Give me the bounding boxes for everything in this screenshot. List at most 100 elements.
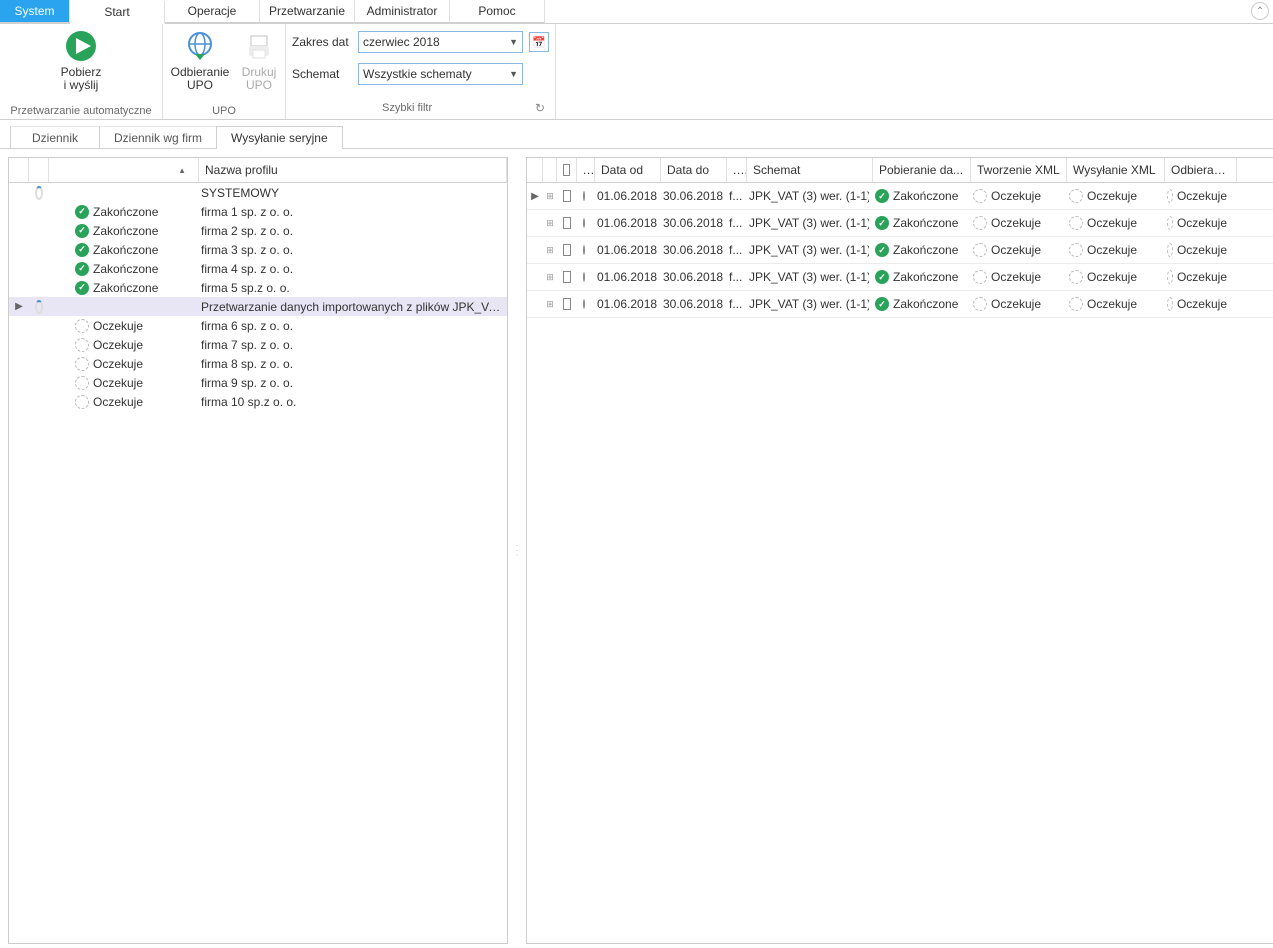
- row-wysylanie: Oczekuje: [1087, 243, 1137, 257]
- left-grid-body[interactable]: SYSTEMOWYZakończonefirma 1 sp. z o. o.Za…: [9, 183, 507, 943]
- done-icon: [75, 205, 89, 219]
- left-row-status: Oczekuje: [93, 319, 143, 333]
- row-schemat: JPK_VAT (3) wer. (1-1): [749, 243, 869, 257]
- row-radio[interactable]: [583, 272, 585, 282]
- right-header-expand: [543, 158, 557, 182]
- done-icon: [75, 224, 89, 238]
- left-row-name: firma 2 sp. z o. o.: [195, 224, 507, 238]
- left-row-status: Zakończone: [93, 243, 158, 257]
- left-group-row[interactable]: SYSTEMOWY: [9, 183, 507, 202]
- main-tab-przetwarzanie[interactable]: Przetwarzanie: [260, 0, 355, 23]
- wait-icon: [1069, 216, 1083, 230]
- pobierz-wyslij-button[interactable]: Pobierz i wyślij: [6, 28, 156, 92]
- horizontal-scrollbar[interactable]: [527, 927, 1273, 943]
- right-header-pobieranie[interactable]: Pobieranie da...: [873, 158, 971, 182]
- row-expand-icon[interactable]: ⊞: [543, 245, 557, 256]
- right-header-data-do[interactable]: Data do: [661, 158, 727, 182]
- sub-tab-wysylanie[interactable]: Wysyłanie seryjne: [216, 126, 343, 149]
- main-tab-system[interactable]: System: [0, 0, 70, 23]
- ribbon-collapse-icon[interactable]: ⌃: [1251, 2, 1269, 20]
- left-row[interactable]: Zakończonefirma 1 sp. z o. o.: [9, 202, 507, 221]
- odbieranie-upo-button[interactable]: Odbieranie UPO: [169, 28, 231, 92]
- row-checkbox[interactable]: [563, 217, 571, 229]
- left-row[interactable]: Oczekujefirma 6 sp. z o. o.: [9, 316, 507, 335]
- row-expand-icon[interactable]: ⊞: [543, 299, 557, 310]
- row-expand-icon[interactable]: ⊞: [543, 218, 557, 229]
- left-header-name[interactable]: Nazwa profilu: [199, 158, 507, 182]
- sub-tab-dziennik-firm[interactable]: Dziennik wg firm: [99, 126, 217, 149]
- wait-icon: [1069, 189, 1083, 203]
- right-row[interactable]: ⊞01.06.201830.06.2018f...JPK_VAT (3) wer…: [527, 210, 1273, 237]
- row-radio[interactable]: [583, 245, 585, 255]
- row-checkbox[interactable]: [563, 271, 571, 283]
- splitter[interactable]: [514, 157, 520, 944]
- left-row-status: Zakończone: [93, 224, 158, 238]
- right-header-data-od[interactable]: Data od: [595, 158, 661, 182]
- main-tab-administrator[interactable]: Administrator: [355, 0, 450, 23]
- calendar-button[interactable]: 📅: [529, 32, 549, 52]
- right-header-tworzenie[interactable]: Tworzenie XML: [971, 158, 1067, 182]
- left-row[interactable]: Zakończonefirma 4 sp. z o. o.: [9, 259, 507, 278]
- left-row[interactable]: Oczekujefirma 8 sp. z o. o.: [9, 354, 507, 373]
- left-row-name: firma 8 sp. z o. o.: [195, 357, 507, 371]
- row-checkbox[interactable]: [563, 190, 571, 202]
- sub-tab-dziennik[interactable]: Dziennik: [10, 126, 100, 149]
- right-row[interactable]: ▶⊞01.06.201830.06.2018f...JPK_VAT (3) we…: [527, 183, 1273, 210]
- row-data-do: 30.06.2018: [663, 297, 723, 311]
- zakres-dat-combo[interactable]: czerwiec 2018 ▼: [358, 31, 523, 53]
- wait-icon: [1167, 270, 1173, 284]
- row-expand-icon[interactable]: ⊞: [543, 191, 557, 202]
- left-row[interactable]: Zakończonefirma 5 sp.z o. o.: [9, 278, 507, 297]
- left-row[interactable]: Oczekujefirma 10 sp.z o. o.: [9, 392, 507, 411]
- wait-icon: [1069, 297, 1083, 311]
- dropdown-arrow-icon: ▼: [509, 37, 518, 47]
- row-radio[interactable]: [583, 299, 585, 309]
- schemat-combo[interactable]: Wszystkie schematy ▼: [358, 63, 523, 85]
- row-radio[interactable]: [583, 218, 585, 228]
- row-checkbox[interactable]: [563, 298, 571, 310]
- right-header-fdots[interactable]: ...: [727, 158, 747, 182]
- row-data-od: 01.06.2018: [597, 216, 657, 230]
- right-header-wysylanie[interactable]: Wysyłanie XML: [1067, 158, 1165, 182]
- left-row[interactable]: Zakończone firma 2 sp. z o. o.: [9, 221, 507, 240]
- ribbon-group-upo-title: UPO: [212, 103, 236, 119]
- left-row[interactable]: Oczekujefirma 9 sp. z o. o.: [9, 373, 507, 392]
- left-row-name: firma 10 sp.z o. o.: [195, 395, 507, 409]
- done-icon: [875, 189, 889, 203]
- play-icon: [63, 28, 99, 64]
- wait-icon: [1167, 216, 1173, 230]
- row-expand-icon[interactable]: ⊞: [543, 272, 557, 283]
- row-data-od: 01.06.2018: [597, 243, 657, 257]
- right-header-schemat[interactable]: Schemat: [747, 158, 873, 182]
- row-f: f...: [729, 243, 742, 257]
- row-checkbox[interactable]: [563, 244, 571, 256]
- main-tab-operacje[interactable]: Operacje: [165, 0, 260, 23]
- main-tab-pomoc[interactable]: Pomoc: [450, 0, 545, 23]
- schemat-label: Schemat: [292, 67, 352, 81]
- right-header-odbieranie[interactable]: Odbieranie U...: [1165, 158, 1237, 182]
- left-header-status[interactable]: ▲: [49, 158, 199, 182]
- row-wysylanie: Oczekuje: [1087, 189, 1137, 203]
- row-tworzenie: Oczekuje: [991, 189, 1041, 203]
- refresh-icon[interactable]: ↻: [531, 99, 549, 117]
- left-row-name: firma 5 sp.z o. o.: [195, 281, 507, 295]
- right-header-dots[interactable]: ...: [577, 158, 595, 182]
- ribbon-group-filter: Zakres dat czerwiec 2018 ▼ 📅 Schemat Wsz…: [286, 24, 556, 119]
- right-grid-body[interactable]: ▶⊞01.06.201830.06.2018f...JPK_VAT (3) we…: [527, 183, 1273, 927]
- sub-tab-bar: Dziennik Dziennik wg firm Wysyłanie sery…: [0, 120, 1273, 149]
- right-row[interactable]: ⊞01.06.201830.06.2018f...JPK_VAT (3) wer…: [527, 237, 1273, 264]
- left-header-icon[interactable]: [29, 158, 49, 182]
- right-header-checkbox[interactable]: [557, 158, 577, 182]
- row-radio[interactable]: [583, 191, 585, 201]
- row-data-do: 30.06.2018: [663, 216, 723, 230]
- main-tab-start[interactable]: Start: [70, 1, 165, 24]
- right-row[interactable]: ⊞01.06.201830.06.2018f...JPK_VAT (3) wer…: [527, 264, 1273, 291]
- right-row[interactable]: ⊞01.06.201830.06.2018f...JPK_VAT (3) wer…: [527, 291, 1273, 318]
- left-row[interactable]: Oczekujefirma 7 sp. z o. o.: [9, 335, 507, 354]
- row-f: f...: [729, 216, 742, 230]
- left-header-expand[interactable]: [9, 158, 29, 182]
- left-group-row[interactable]: ▶Przetwarzanie danych importowanych z pl…: [9, 297, 507, 316]
- row-pobieranie: Zakończone: [893, 243, 958, 257]
- row-pobieranie: Zakończone: [893, 216, 958, 230]
- left-row[interactable]: Zakończonefirma 3 sp. z o. o.: [9, 240, 507, 259]
